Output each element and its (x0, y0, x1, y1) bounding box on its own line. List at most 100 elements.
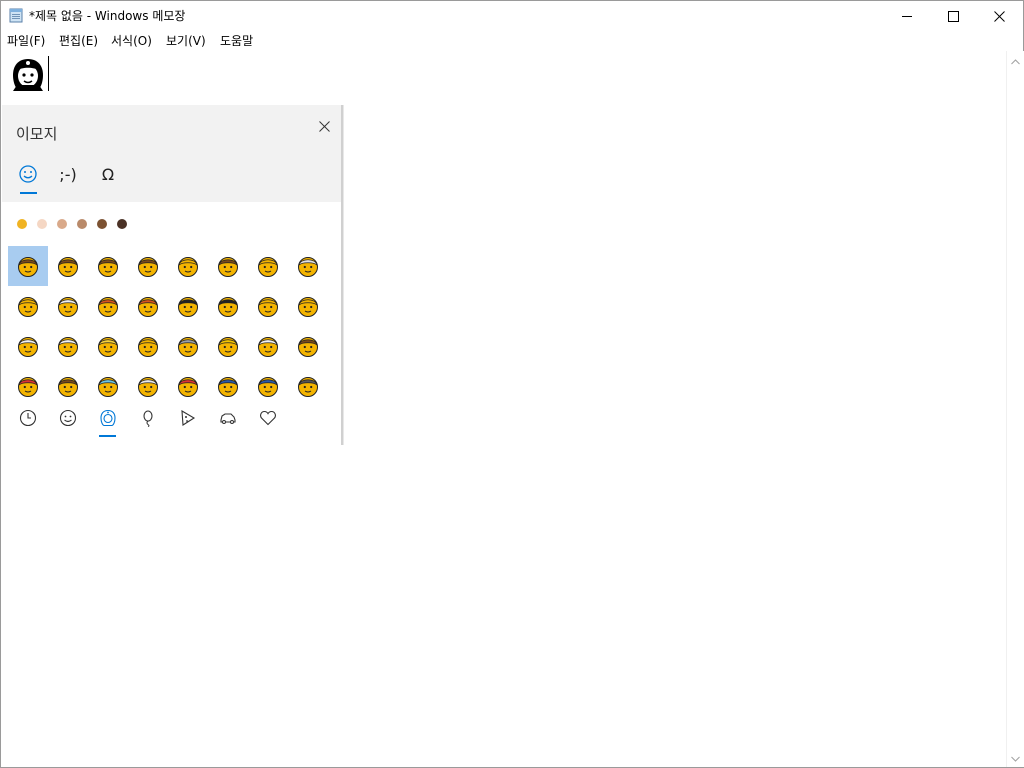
emoji-police-man[interactable] (248, 366, 288, 406)
emoji-panel: 이모지 ;-) Ω (2, 105, 343, 445)
boy-icon (98, 257, 118, 277)
emoji-woman-curly-hair[interactable] (168, 286, 208, 326)
menu-view[interactable]: 보기(V) (165, 32, 207, 50)
man-white-hair-icon (58, 337, 78, 357)
emoji-man[interactable] (48, 246, 88, 286)
baby-icon (258, 257, 278, 277)
person-bald-icon (258, 297, 278, 317)
nav-symbols[interactable] (256, 407, 280, 429)
chevron-down-icon (1011, 756, 1020, 762)
tab-symbols[interactable]: Ω (94, 160, 122, 188)
woman-white-hair-icon (18, 337, 38, 357)
vertical-scrollbar[interactable] (1006, 51, 1024, 767)
tab-emoji[interactable] (14, 160, 42, 188)
window-title: *제목 없음 - Windows 메모장 (29, 9, 186, 23)
emoji-man-brown[interactable] (48, 366, 88, 406)
emoji-man-bald[interactable] (288, 286, 328, 326)
smiley-icon (59, 409, 77, 427)
emoji-detective[interactable] (288, 366, 328, 406)
minimize-icon (901, 15, 912, 17)
emoji-man-beard[interactable] (288, 326, 328, 366)
tab-kaomoji[interactable]: ;-) (54, 160, 82, 188)
emoji-person-with-turban[interactable] (168, 326, 208, 366)
chevron-up-icon (1011, 58, 1020, 64)
skin-tone-1[interactable] (37, 219, 47, 229)
skin-tone-4[interactable] (97, 219, 107, 229)
nav-recent[interactable] (16, 407, 40, 429)
skin-tone-2[interactable] (57, 219, 67, 229)
tab-kaomoji-label: ;-) (59, 164, 77, 184)
emoji-woman-white-hair[interactable] (8, 326, 48, 366)
minimize-button[interactable] (884, 1, 930, 31)
emoji-person-bald[interactable] (248, 286, 288, 326)
nav-travel[interactable] (216, 407, 240, 429)
title-bar[interactable]: *제목 없음 - Windows 메모장 (1, 1, 1023, 31)
emoji-woman-red-hair[interactable] (88, 286, 128, 326)
emoji-girl[interactable] (128, 246, 168, 286)
police-man-icon (258, 377, 278, 397)
car-icon (220, 413, 236, 424)
emoji-old-man-white-hair[interactable] (48, 286, 88, 326)
emoji-woman[interactable] (8, 246, 48, 286)
emoji-baby[interactable] (248, 246, 288, 286)
smiley-icon (19, 165, 37, 183)
skin-tone-5[interactable] (117, 219, 127, 229)
menu-help[interactable]: 도움말 (219, 32, 254, 50)
nav-food[interactable] (176, 407, 200, 429)
nav-people[interactable] (96, 407, 120, 429)
menu-edit[interactable]: 편집(E) (58, 32, 99, 50)
emoji-prince[interactable] (208, 326, 248, 366)
menu-bar: 파일(F) 편집(E) 서식(O) 보기(V) 도움말 (1, 31, 1023, 51)
pizza-icon (181, 409, 196, 426)
notepad-window: *제목 없음 - Windows 메모장 파일(F) 편집(E) 서식(O) 보… (0, 0, 1024, 768)
nav-smileys[interactable] (56, 407, 80, 429)
man-beard-icon (298, 337, 318, 357)
emoji-santa[interactable] (168, 366, 208, 406)
balloon-icon (143, 410, 153, 427)
person-blond-icon (178, 257, 198, 277)
maximize-button[interactable] (930, 1, 976, 31)
emoji-old-woman[interactable] (288, 246, 328, 286)
close-button[interactable] (976, 1, 1022, 31)
man-icon (58, 257, 78, 277)
person-red-cap-icon (18, 377, 38, 397)
recent-icon (19, 409, 37, 427)
woman-blonde-icon (98, 337, 118, 357)
emoji-angel[interactable] (88, 366, 128, 406)
skin-tone-3[interactable] (77, 219, 87, 229)
emoji-person-red-cap[interactable] (8, 366, 48, 406)
emoji-older-person[interactable] (248, 326, 288, 366)
scroll-up-button[interactable] (1007, 53, 1024, 70)
emoji-police-woman[interactable] (208, 366, 248, 406)
skin-tone-0[interactable] (17, 219, 27, 229)
angel-icon (98, 377, 118, 397)
emoji-man-white-hair[interactable] (48, 326, 88, 366)
woman-red-hair-icon (98, 297, 118, 317)
emoji-man-blond[interactable] (208, 246, 248, 286)
notepad-icon (9, 8, 23, 23)
emoji-man-curly-hair[interactable] (208, 286, 248, 326)
emoji-boy[interactable] (88, 246, 128, 286)
man-bald-icon (298, 297, 318, 317)
emoji-grandma-glasses[interactable] (128, 366, 168, 406)
emoji-panel-header: 이모지 ;-) Ω (2, 105, 341, 202)
emoji-woman-blonde[interactable] (88, 326, 128, 366)
emoji-man-red-hair[interactable] (128, 286, 168, 326)
maximize-icon (947, 10, 959, 22)
nav-selected-indicator (99, 435, 116, 437)
old-man-white-hair-icon (58, 297, 78, 317)
emoji-panel-close-button[interactable] (314, 116, 334, 136)
scroll-down-button[interactable] (1007, 750, 1024, 767)
tab-symbols-label: Ω (101, 164, 115, 184)
man-brown-icon (58, 377, 78, 397)
menu-format[interactable]: 서식(O) (110, 32, 153, 50)
heart-icon (260, 410, 276, 426)
emoji-old-man[interactable] (8, 286, 48, 326)
police-woman-icon (218, 377, 238, 397)
menu-file[interactable]: 파일(F) (6, 32, 46, 50)
emoji-person-blond[interactable] (168, 246, 208, 286)
nav-celebration[interactable] (136, 407, 160, 429)
tab-selected-indicator (20, 192, 37, 194)
close-icon (993, 10, 1005, 22)
emoji-man-blonde[interactable] (128, 326, 168, 366)
